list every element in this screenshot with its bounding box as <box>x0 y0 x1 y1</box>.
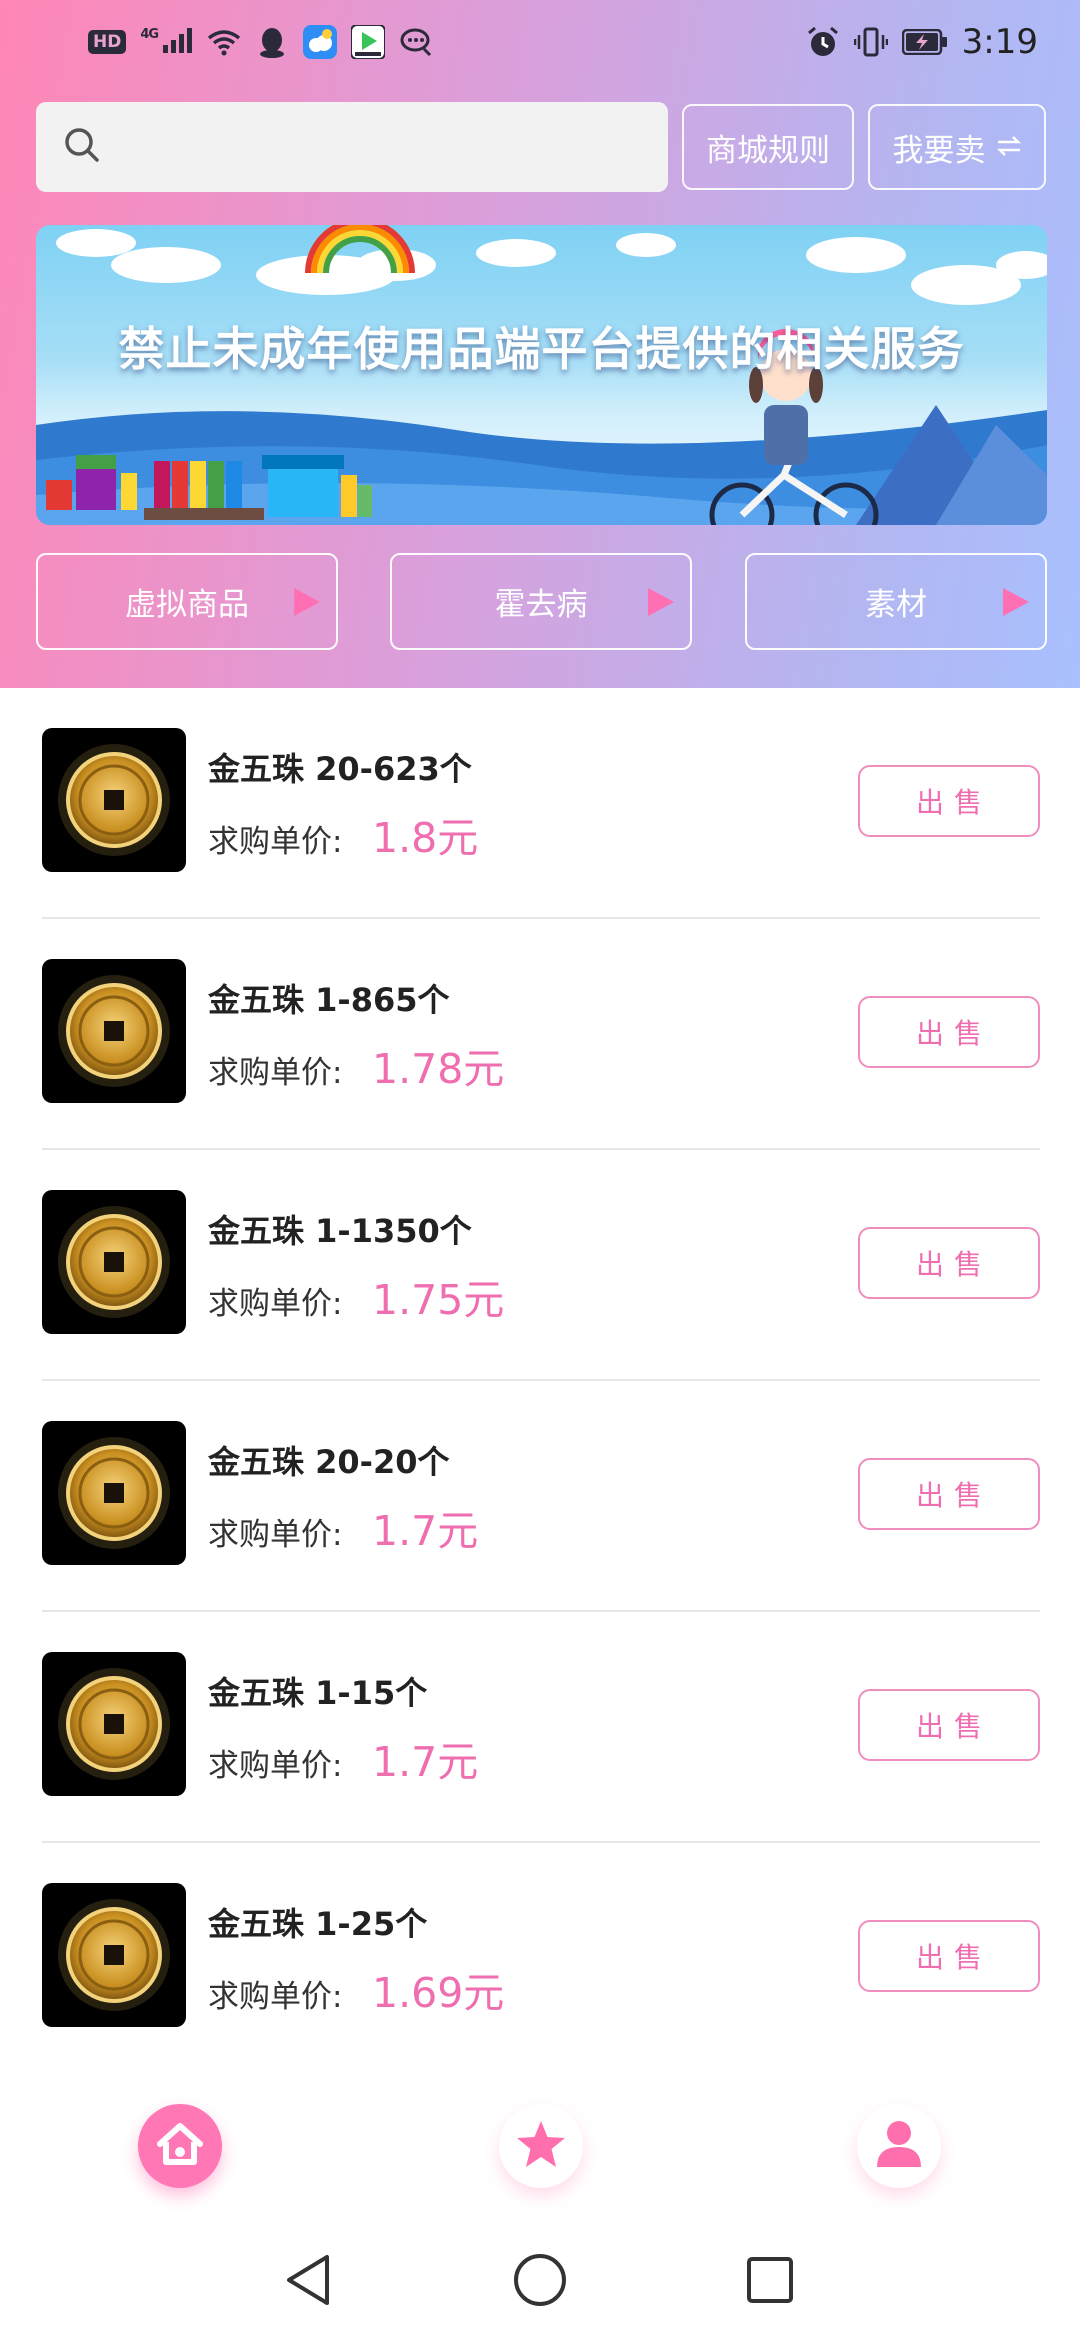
sell-button[interactable]: 出售 <box>858 1689 1040 1761</box>
swap-arrows-icon <box>996 129 1022 165</box>
item-name: 金五珠 1-865个 <box>208 981 450 1019</box>
sell-button[interactable]: 出售 <box>858 1458 1040 1530</box>
play-arrow-icon <box>1003 587 1029 616</box>
item-name: 金五珠 1-1350个 <box>208 1212 472 1250</box>
gold-coin-thumbnail <box>42 1883 186 2027</box>
sell-button[interactable]: 出售 <box>858 1227 1040 1299</box>
sell-button[interactable]: 出售 <box>858 1920 1040 1992</box>
category-label: 虚拟商品 <box>125 587 249 623</box>
play-arrow-icon <box>648 587 674 616</box>
gold-coin-thumbnail <box>42 1190 186 1334</box>
gold-coin-thumbnail <box>42 1652 186 1796</box>
category-label: 霍去病 <box>494 587 588 623</box>
item-price: 1.8元 <box>372 814 479 862</box>
category-virtual-goods[interactable]: 虚拟商品 <box>36 553 338 650</box>
recents-square-icon <box>745 2255 795 2309</box>
video-app-icon <box>351 25 386 59</box>
chat-bubble-icon <box>399 25 433 59</box>
status-left: HD 4G <box>88 25 433 59</box>
nav-favorites[interactable] <box>499 2104 583 2188</box>
gold-coin-thumbnail <box>42 728 186 872</box>
item-price: 1.7元 <box>372 1738 479 1786</box>
system-recents-button[interactable] <box>740 2252 800 2312</box>
list-item[interactable]: 金五珠 1-865个 求购单价: 1.78元 出售 <box>42 919 1040 1150</box>
status-right: 3:19 <box>806 22 1038 62</box>
item-price: 1.78元 <box>372 1045 505 1093</box>
mall-rules-label: 商城规则 <box>706 132 830 169</box>
cellular-signal-icon: 4G <box>140 27 193 58</box>
bottom-navigation <box>0 2080 1080 2230</box>
clock-time: 3:19 <box>961 22 1038 62</box>
price-label: 求购单价: <box>208 1517 343 1553</box>
wifi-icon <box>207 25 241 59</box>
category-huo-qubing[interactable]: 霍去病 <box>390 553 692 650</box>
i-want-to-sell-button[interactable]: 我要卖 <box>868 104 1046 190</box>
mall-rules-button[interactable]: 商城规则 <box>682 104 854 190</box>
system-home-button[interactable] <box>510 2252 570 2312</box>
list-item[interactable]: 金五珠 1-1350个 求购单价: 1.75元 出售 <box>42 1150 1040 1381</box>
item-name: 金五珠 20-623个 <box>208 750 472 788</box>
nav-profile[interactable] <box>857 2104 941 2188</box>
alarm-icon <box>806 25 840 59</box>
category-materials[interactable]: 素材 <box>745 553 1047 650</box>
home-circle-icon <box>512 2252 568 2312</box>
item-price: 1.75元 <box>372 1276 505 1324</box>
battery-charging-icon <box>901 25 948 59</box>
qq-icon <box>255 25 289 59</box>
sell-button[interactable]: 出售 <box>858 765 1040 837</box>
item-name: 金五珠 1-25个 <box>208 1905 428 1943</box>
gold-coin-thumbnail <box>42 959 186 1103</box>
item-price: 1.7元 <box>372 1507 479 1555</box>
gold-coin-thumbnail <box>42 1421 186 1565</box>
price-label: 求购单价: <box>208 1979 343 2015</box>
item-price: 1.69元 <box>372 1969 505 2017</box>
price-label: 求购单价: <box>208 1286 343 1322</box>
system-back-button[interactable] <box>278 2252 338 2312</box>
network-type-label: 4G <box>140 26 159 42</box>
price-label: 求购单价: <box>208 1748 343 1784</box>
promo-banner[interactable]: 禁止未成年使用品端平台提供的相关服务 <box>36 225 1047 525</box>
banner-text: 禁止未成年使用品端平台提供的相关服务 <box>118 322 965 376</box>
status-bar: HD 4G 3:19 <box>0 0 1080 84</box>
search-icon <box>62 125 102 169</box>
list-item[interactable]: 金五珠 20-623个 求购单价: 1.8元 出售 <box>42 688 1040 919</box>
price-label: 求购单价: <box>208 824 343 860</box>
list-item[interactable]: 金五珠 1-25个 求购单价: 1.69元 出售 <box>42 1843 1040 2074</box>
play-arrow-icon <box>294 587 320 616</box>
price-label: 求购单价: <box>208 1055 343 1091</box>
list-item[interactable]: 金五珠 1-15个 求购单价: 1.7元 出售 <box>42 1612 1040 1843</box>
item-name: 金五珠 20-20个 <box>208 1443 450 1481</box>
search-field[interactable] <box>118 129 638 165</box>
hd-indicator: HD <box>88 30 127 54</box>
sell-button[interactable]: 出售 <box>858 996 1040 1068</box>
weather-app-icon <box>303 25 338 59</box>
list-item[interactable]: 金五珠 20-20个 求购单价: 1.7元 出售 <box>42 1381 1040 1612</box>
star-icon <box>515 2119 567 2173</box>
system-navigation-bar <box>0 2230 1080 2340</box>
category-label: 素材 <box>865 587 927 623</box>
user-icon <box>875 2119 923 2173</box>
back-triangle-icon <box>283 2253 333 2311</box>
home-icon <box>156 2122 204 2170</box>
vibrate-icon <box>853 25 888 59</box>
nav-home[interactable] <box>138 2104 222 2188</box>
item-name: 金五珠 1-15个 <box>208 1674 428 1712</box>
search-input[interactable] <box>36 102 668 192</box>
i-want-to-sell-label: 我要卖 <box>892 132 986 169</box>
